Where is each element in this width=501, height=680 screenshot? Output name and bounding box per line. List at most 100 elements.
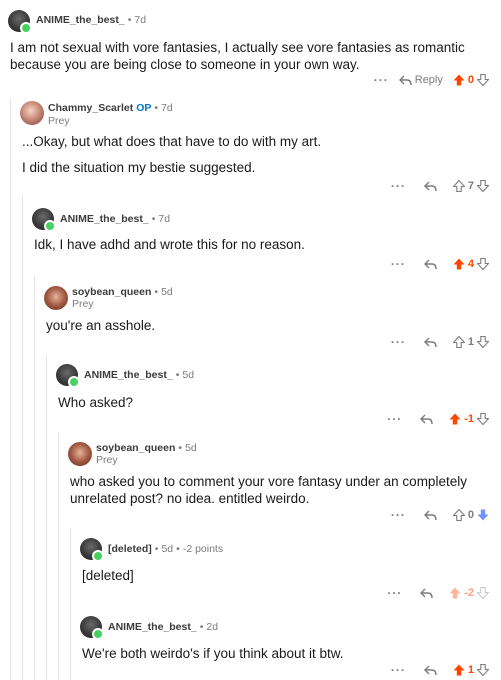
separator: • <box>154 102 159 114</box>
avatar[interactable] <box>80 538 104 562</box>
upvote-arrow-icon[interactable] <box>452 180 465 192</box>
reply-arrow-icon[interactable] <box>420 588 433 599</box>
username[interactable]: [deleted] <box>108 543 152 555</box>
vote-score: 4 <box>467 258 474 270</box>
vote-score: -1 <box>464 413 474 425</box>
separator: • <box>176 543 180 555</box>
comment-age: 7d <box>134 14 147 26</box>
vote-control: 1 <box>452 336 489 348</box>
username[interactable]: ANIME_the_best_ <box>36 14 125 26</box>
username[interactable]: soybean_queen <box>72 286 151 298</box>
downvote-arrow-icon[interactable] <box>477 509 489 521</box>
upvote-arrow-icon[interactable] <box>449 587 461 599</box>
comment-actions: ··· 7 <box>381 177 489 195</box>
more-dots-icon[interactable]: ··· <box>387 412 402 426</box>
comment-actions: ··· 4 <box>381 255 489 273</box>
username[interactable]: ANIME_the_best_ <box>108 621 197 633</box>
downvote-arrow-icon[interactable] <box>477 180 489 192</box>
avatar[interactable] <box>44 286 68 310</box>
comment-body: Idk, I have adhd and wrote this for no r… <box>34 237 305 252</box>
downvote-arrow-icon[interactable] <box>477 587 489 599</box>
thread-line <box>46 356 47 680</box>
online-indicator <box>44 220 56 232</box>
upvote-arrow-icon[interactable] <box>452 336 465 348</box>
more-dots-icon[interactable]: ··· <box>391 335 406 349</box>
comment-actions: ··· Reply 0 <box>364 71 489 89</box>
comment-body: who asked you to comment your vore fanta… <box>70 474 467 506</box>
separator: • <box>127 14 132 26</box>
avatar[interactable] <box>56 364 80 388</box>
reply-arrow-icon[interactable] <box>420 414 433 425</box>
reply-label: Reply <box>414 74 443 86</box>
username[interactable]: Chammy_Scarlet <box>48 102 133 114</box>
vote-control: 0 <box>453 74 489 86</box>
comment-actions: ··· -2 <box>377 584 489 602</box>
thread-line <box>58 432 59 680</box>
user-flair: Prey <box>72 298 94 310</box>
more-dots-icon[interactable]: ··· <box>387 586 402 600</box>
vote-score: -2 <box>464 587 474 599</box>
reply-arrow-icon[interactable] <box>423 337 437 348</box>
comment-actions: ··· 1 <box>381 661 489 679</box>
username[interactable]: ANIME_the_best_ <box>84 369 173 381</box>
more-dots-icon[interactable]: ··· <box>391 179 406 193</box>
comment-age: 5d <box>161 543 174 555</box>
comment-body: I am not sexual with vore fantasies, I a… <box>10 40 465 72</box>
avatar[interactable] <box>68 442 92 466</box>
avatar[interactable] <box>32 208 56 232</box>
reply-arrow-icon <box>398 75 412 85</box>
downvote-arrow-icon[interactable] <box>477 336 489 348</box>
vote-control: -2 <box>449 587 489 599</box>
separator: • <box>151 213 156 225</box>
reply-arrow-icon[interactable] <box>423 510 437 521</box>
vote-score: 0 <box>467 509 474 521</box>
thread-line <box>10 98 11 680</box>
more-dots-icon[interactable]: ··· <box>391 257 406 271</box>
points-count: -2 points <box>182 543 224 555</box>
op-badge: OP <box>136 102 152 114</box>
user-flair: Prey <box>48 115 70 127</box>
avatar[interactable] <box>20 101 44 125</box>
reply-arrow-icon[interactable] <box>423 259 437 270</box>
comment-actions: ··· 1 <box>381 333 489 351</box>
comment-age: 5d <box>161 286 173 298</box>
upvote-arrow-icon[interactable] <box>453 258 465 270</box>
upvote-arrow-icon[interactable] <box>452 509 465 521</box>
reply-button[interactable]: Reply <box>398 74 443 86</box>
comment-age: 7d <box>158 213 171 225</box>
online-indicator <box>20 22 32 34</box>
more-dots-icon[interactable]: ··· <box>391 508 406 522</box>
thread-line <box>22 196 23 680</box>
vote-score: 0 <box>467 74 474 86</box>
comment-age: 5d <box>185 442 197 454</box>
avatar[interactable] <box>8 10 32 34</box>
separator: • <box>178 442 183 454</box>
upvote-arrow-icon[interactable] <box>453 74 465 86</box>
username[interactable]: ANIME_the_best_ <box>60 213 149 225</box>
thread-line <box>34 276 35 680</box>
comment-age: 2d <box>206 621 219 633</box>
comment-body: you're an asshole. <box>46 318 156 333</box>
downvote-arrow-icon[interactable] <box>477 258 489 270</box>
reply-arrow-icon[interactable] <box>423 181 437 192</box>
more-dots-icon[interactable]: ··· <box>374 73 389 87</box>
downvote-arrow-icon[interactable] <box>477 74 489 86</box>
comment-body: We're both weirdo's if you think about i… <box>82 646 344 661</box>
comment-body: ...Okay, but what does that have to do w… <box>22 134 322 175</box>
separator: • <box>199 621 204 633</box>
comment-actions: ··· -1 <box>377 410 489 428</box>
downvote-arrow-icon[interactable] <box>477 413 489 425</box>
vote-control: 7 <box>452 180 489 192</box>
avatar[interactable] <box>80 616 104 640</box>
vote-control: 4 <box>453 258 489 270</box>
downvote-arrow-icon[interactable] <box>477 664 489 676</box>
reply-arrow-icon[interactable] <box>423 665 437 676</box>
online-indicator <box>68 376 80 388</box>
more-dots-icon[interactable]: ··· <box>391 663 406 677</box>
vote-control: 1 <box>453 664 489 676</box>
vote-control: 0 <box>452 509 489 521</box>
upvote-arrow-icon[interactable] <box>453 664 465 676</box>
online-indicator <box>92 550 104 562</box>
username[interactable]: soybean_queen <box>96 442 175 454</box>
upvote-arrow-icon[interactable] <box>449 413 461 425</box>
